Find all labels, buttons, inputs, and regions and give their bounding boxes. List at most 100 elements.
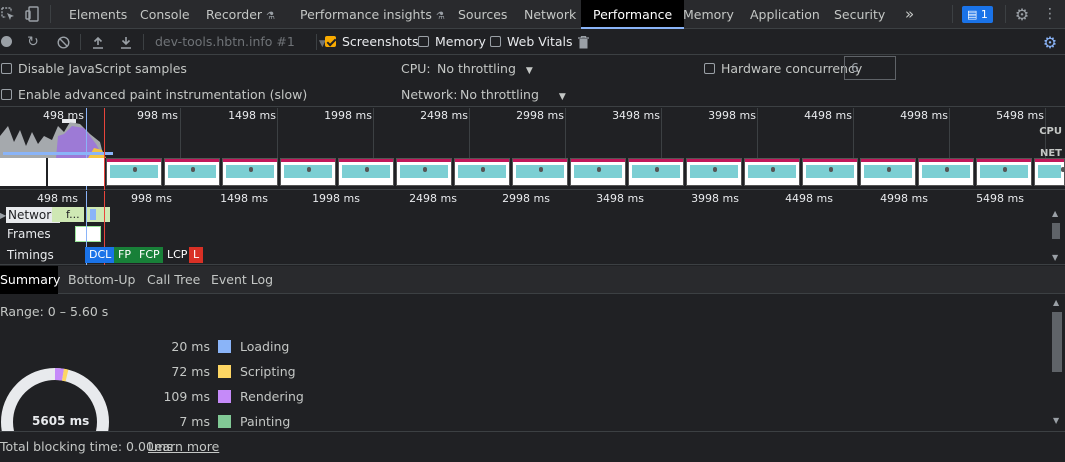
- gear-icon[interactable]: ⚙: [1014, 5, 1030, 24]
- tab-summary[interactable]: Summary: [0, 266, 60, 294]
- screenshot-thumbnail[interactable]: [106, 158, 162, 186]
- timing-marker-fcp[interactable]: FCP: [135, 247, 164, 263]
- tab-elements[interactable]: Elements: [69, 0, 127, 29]
- network-request-chip[interactable]: f...: [62, 207, 84, 222]
- screenshot-thumbnail[interactable]: [860, 158, 916, 186]
- profile-select[interactable]: dev-tools.hbtn.info #1 ▼: [155, 29, 326, 55]
- record-button[interactable]: [1, 36, 12, 47]
- track-tick-label: 998 ms: [131, 192, 172, 205]
- timings-track-label[interactable]: Timings: [7, 248, 54, 262]
- frame-block[interactable]: [75, 226, 101, 242]
- overview-tick-label: 998 ms: [137, 109, 178, 122]
- scroll-down-arrow-icon[interactable]: ▼: [1052, 253, 1058, 262]
- details-tabbar: Summary Bottom-Up Call Tree Event Log: [0, 266, 1065, 294]
- load-profile-icon[interactable]: [90, 34, 106, 50]
- paint-instrumentation-checkbox[interactable]: Enable advanced paint instrumentation (s…: [1, 87, 307, 102]
- tab-call-tree[interactable]: Call Tree: [147, 266, 200, 294]
- tab-sources[interactable]: Sources: [458, 0, 507, 29]
- tab-network[interactable]: Network: [524, 0, 576, 29]
- scroll-up-arrow-icon[interactable]: ▲: [1053, 298, 1059, 307]
- track-tick-label: 1498 ms: [220, 192, 268, 205]
- screenshot-thumbnail[interactable]: [454, 158, 510, 186]
- profile-select-value: dev-tools.hbtn.info #1: [155, 34, 295, 49]
- kebab-menu-icon[interactable]: ⋮: [1043, 5, 1057, 23]
- network-request-bar[interactable]: [90, 209, 96, 220]
- scroll-thumb[interactable]: [1052, 223, 1060, 239]
- screenshot-thumbnail[interactable]: [396, 158, 452, 186]
- screenshot-thumbnail[interactable]: [628, 158, 684, 186]
- paint-instrumentation-label: Enable advanced paint instrumentation (s…: [18, 87, 308, 102]
- tab-security[interactable]: Security: [834, 0, 885, 29]
- trash-icon[interactable]: [576, 34, 590, 50]
- screenshot-thumbnail[interactable]: [164, 158, 220, 186]
- screenshot-thumbnail[interactable]: [802, 158, 858, 186]
- screenshot-thumbnail[interactable]: [918, 158, 974, 186]
- timing-marker-fp[interactable]: FP: [114, 247, 135, 263]
- track-tick-label: 3998 ms: [691, 192, 739, 205]
- inspect-element-icon[interactable]: [0, 6, 16, 22]
- device-toolbar-icon[interactable]: [24, 6, 40, 22]
- tab-event-log[interactable]: Event Log: [211, 266, 273, 294]
- hardware-concurrency-input[interactable]: 6: [844, 56, 896, 80]
- screenshot-thumbnail[interactable]: [1034, 158, 1065, 186]
- capture-settings-gear-icon[interactable]: ⚙: [1041, 32, 1059, 52]
- track-tick-label: 2498 ms: [409, 192, 457, 205]
- issues-badge[interactable]: ▤ 1: [962, 6, 993, 23]
- checkbox-unchecked: [1, 89, 12, 100]
- checkbox-unchecked: [490, 36, 501, 47]
- tab-recorder[interactable]: Recorder ⚗: [206, 0, 275, 29]
- screenshot-thumbnail[interactable]: [338, 158, 394, 186]
- overview-tick-label: 2998 ms: [516, 109, 564, 122]
- network-throttling-value: No throttling: [460, 87, 539, 102]
- save-profile-icon[interactable]: [118, 34, 134, 50]
- frames-track-label[interactable]: Frames: [7, 227, 51, 241]
- more-tabs-button[interactable]: »: [905, 0, 914, 29]
- screenshot-thumbnail[interactable]: [686, 158, 742, 186]
- tab-recorder-label: Recorder: [206, 7, 263, 22]
- overview-cursor-line: [104, 108, 105, 190]
- timeline-overview[interactable]: 498 ms 998 ms 1498 ms 1998 ms 2498 ms 29…: [0, 108, 1065, 190]
- tab-bottom-up[interactable]: Bottom-Up: [68, 266, 135, 294]
- screenshot-thumbnail[interactable]: [280, 158, 336, 186]
- screenshot-thumbnail[interactable]: [222, 158, 278, 186]
- overview-tick-label: 5498 ms: [996, 109, 1044, 122]
- summary-range: Range: 0 – 5.60 s: [0, 304, 109, 319]
- screenshot-thumbnail[interactable]: [512, 158, 568, 186]
- timing-marker-load[interactable]: L: [189, 247, 204, 263]
- screenshot-thumbnail[interactable]: [570, 158, 626, 186]
- scroll-down-arrow-icon[interactable]: ▼: [1053, 416, 1059, 425]
- legend-value: 72 ms: [171, 364, 210, 379]
- memory-checkbox[interactable]: Memory: [418, 29, 486, 55]
- network-request-bar[interactable]: [52, 207, 62, 222]
- reload-record-icon[interactable]: ↻: [25, 34, 41, 50]
- timing-marker-dcl[interactable]: DCL: [85, 247, 116, 263]
- learn-more-link[interactable]: Learn more: [148, 439, 219, 454]
- screenshot-thumbnail[interactable]: [744, 158, 800, 186]
- screenshots-checkbox[interactable]: Screenshots: [325, 29, 418, 55]
- cpu-throttling-select[interactable]: No throttling ▼: [437, 61, 533, 76]
- scroll-thumb[interactable]: [1052, 312, 1062, 372]
- summary-scrollbar[interactable]: ▲ ▼: [1050, 294, 1064, 431]
- overview-gridline: [853, 108, 854, 158]
- screenshot-thumbnail-blank: [48, 158, 104, 186]
- tracks-scrollbar[interactable]: ▲ ▼: [1050, 209, 1062, 263]
- tab-performance-insights[interactable]: Performance insights ⚗: [300, 0, 445, 29]
- overview-tick-label: 2498 ms: [420, 109, 468, 122]
- clear-icon[interactable]: [55, 34, 71, 50]
- devtools-tabbar: Elements Console Recorder ⚗ Performance i…: [0, 0, 1065, 29]
- checkbox-unchecked: [418, 36, 429, 47]
- tab-application[interactable]: Application: [750, 0, 820, 29]
- overview-gridline: [277, 108, 278, 158]
- tab-console[interactable]: Console: [140, 0, 190, 29]
- scroll-up-arrow-icon[interactable]: ▲: [1052, 209, 1058, 218]
- network-throttling-select[interactable]: No throttling ▼: [460, 87, 566, 102]
- legend-label: Rendering: [240, 389, 304, 404]
- legend-value: 109 ms: [163, 389, 210, 404]
- hardware-concurrency-checkbox[interactable]: Hardware concurrency: [704, 61, 862, 76]
- screenshot-thumbnail[interactable]: [976, 158, 1032, 186]
- tab-performance[interactable]: Performance: [581, 0, 685, 29]
- timing-marker-lcp[interactable]: LCP: [163, 247, 192, 263]
- disable-js-samples-checkbox[interactable]: Disable JavaScript samples: [1, 61, 187, 76]
- webvitals-checkbox[interactable]: Web Vitals: [490, 29, 573, 55]
- tab-memory[interactable]: Memory: [683, 0, 734, 29]
